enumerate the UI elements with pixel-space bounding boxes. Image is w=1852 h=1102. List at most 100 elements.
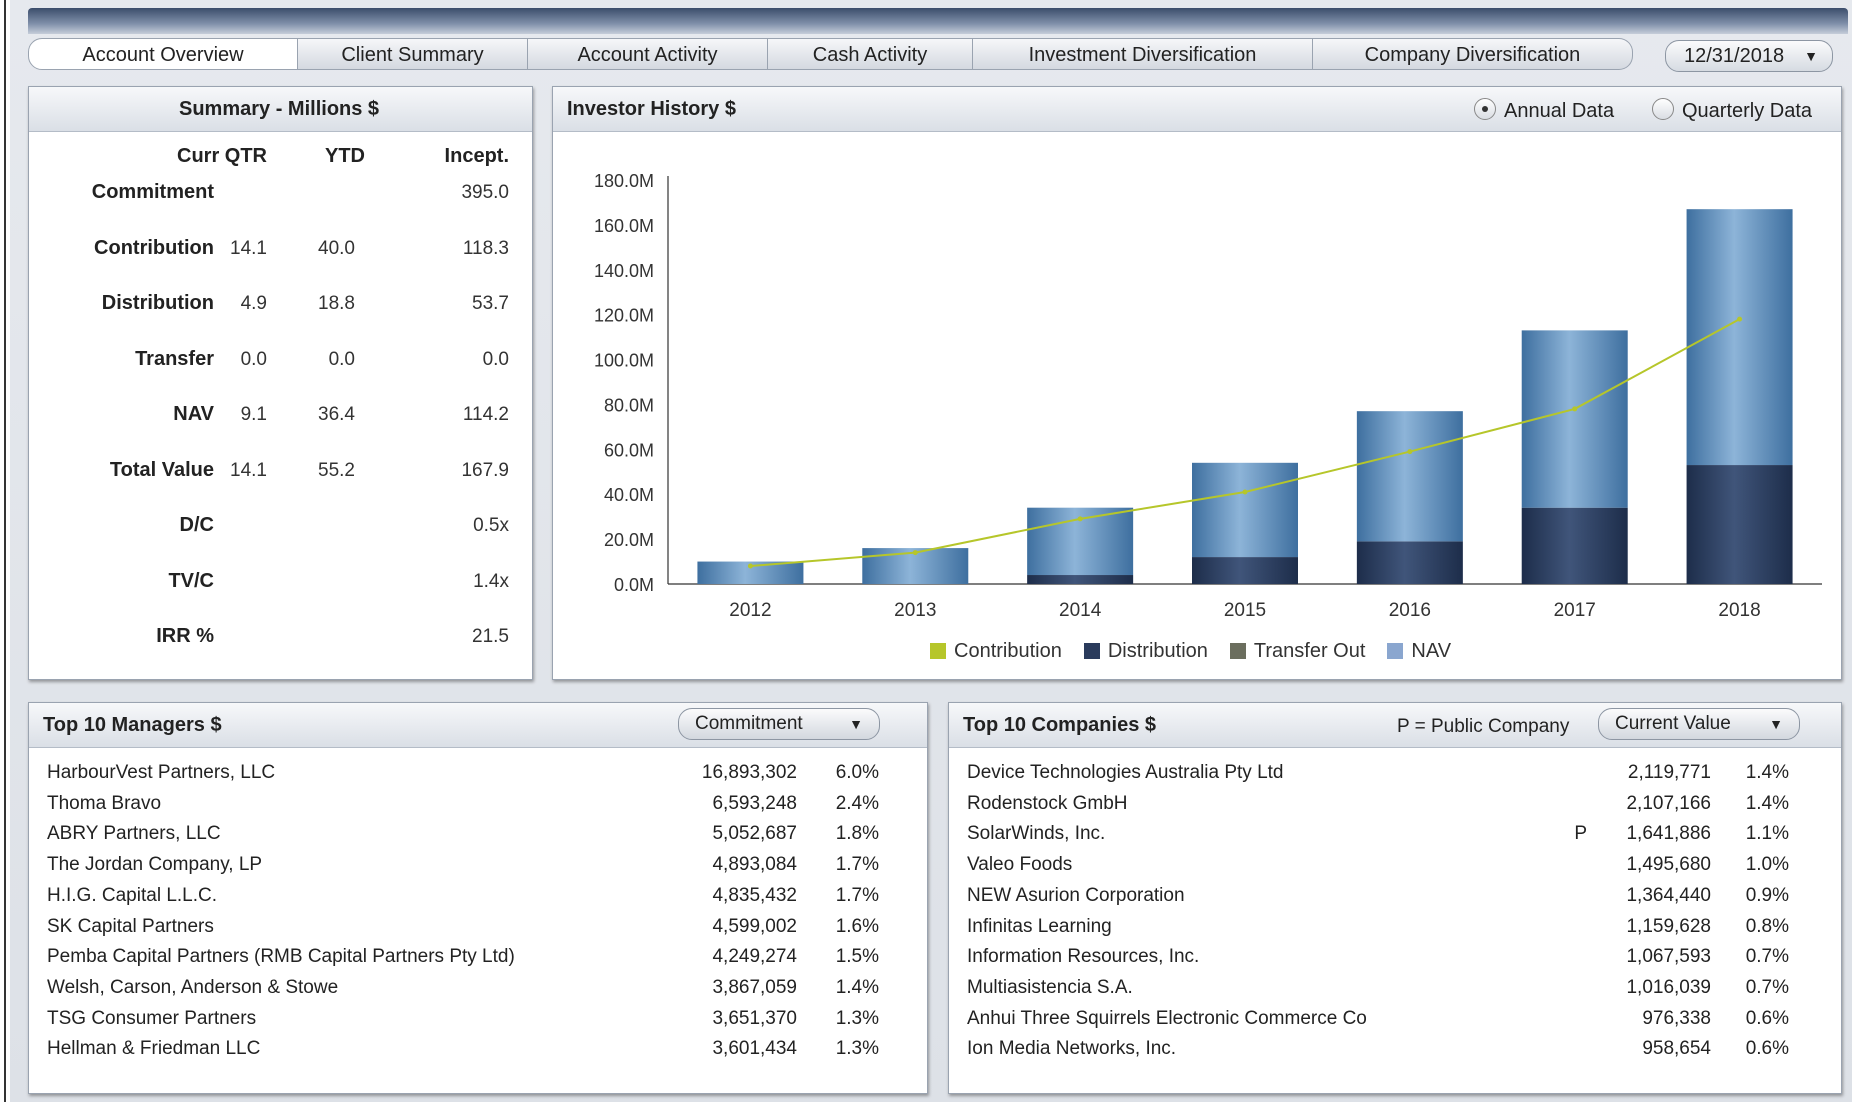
y-tick-label: 160.0M: [594, 216, 654, 236]
bar-distribution: [1192, 557, 1298, 584]
company-name: Ion Media Networks, Inc.: [967, 1038, 1177, 1060]
tab-cash-activity[interactable]: Cash Activity: [768, 38, 973, 70]
manager-row[interactable]: Thoma Bravo 6,593,248 2.4%: [29, 793, 909, 821]
company-current-value: 1,364,440: [1626, 884, 1711, 906]
annual-data-label: Annual Data: [1504, 100, 1615, 122]
summary-value-incept: 0.0: [482, 348, 509, 370]
summary-value-ytd: 0.0: [328, 348, 355, 370]
company-current-value: 1,067,593: [1626, 946, 1711, 968]
manager-name: HarbourVest Partners, LLC: [47, 762, 276, 783]
company-percent: 1.4%: [1745, 792, 1789, 814]
company-row[interactable]: Device Technologies Australia Pty Ltd 2,1…: [949, 762, 1829, 790]
company-row[interactable]: Information Resources, Inc. 1,067,593 0.7%: [949, 946, 1829, 974]
company-current-value: 2,119,771: [1627, 762, 1711, 783]
top-managers-title: Top 10 Managers $: [43, 714, 222, 736]
manager-row[interactable]: Pemba Capital Partners (RMB Capital Part…: [29, 946, 909, 974]
company-row[interactable]: SolarWinds, Inc. P 1,641,886 1.1%: [949, 823, 1829, 851]
investor-history-title: Investor History $: [567, 98, 736, 120]
company-percent: 1.1%: [1745, 823, 1789, 845]
manager-commitment: 4,835,432: [712, 884, 797, 906]
manager-commitment: 5,052,687: [712, 823, 797, 845]
tab-investment-diversification[interactable]: Investment Diversification: [973, 38, 1313, 70]
x-tick-label: 2017: [1554, 600, 1596, 620]
contribution-swatch-icon: [930, 643, 946, 659]
company-row[interactable]: Valeo Foods 1,495,680 1.0%: [949, 854, 1829, 882]
managers-sort-value: Commitment: [695, 713, 803, 734]
manager-row[interactable]: ABRY Partners, LLC 5,052,687 1.8%: [29, 823, 909, 851]
managers-sort-dropdown[interactable]: Commitment ▼: [678, 708, 880, 740]
companies-sort-value: Current Value: [1615, 713, 1731, 734]
top-companies-panel: Top 10 Companies $ P = Public Company De…: [948, 702, 1842, 1094]
company-percent: 0.9%: [1745, 884, 1789, 906]
company-name: Infinitas Learning: [967, 915, 1112, 937]
contribution-point: [1572, 406, 1578, 412]
company-row[interactable]: NEW Asurion Corporation 1,364,440 0.9%: [949, 885, 1829, 913]
summary-value-incept: 0.5x: [473, 515, 509, 536]
summary-value-curr: 9.1: [240, 404, 267, 425]
manager-name: Welsh, Carson, Anderson & Stowe: [47, 976, 339, 998]
company-row[interactable]: Ion Media Networks, Inc. 958,654 0.6%: [949, 1038, 1829, 1066]
manager-row[interactable]: Hellman & Friedman LLC 3,601,434 1.3%: [29, 1038, 909, 1066]
manager-percent: 1.5%: [835, 946, 879, 968]
manager-commitment: 4,599,002: [712, 915, 797, 937]
summary-column-header: Curr QTR: [177, 145, 267, 167]
company-current-value: 958,654: [1642, 1038, 1711, 1060]
quarterly-data-radio[interactable]: Quarterly Data: [1652, 98, 1812, 123]
tab-company-diversification[interactable]: Company Diversification: [1313, 38, 1633, 70]
manager-row[interactable]: The Jordan Company, LP 4,893,084 1.7%: [29, 854, 909, 882]
company-name: Valeo Foods: [967, 854, 1073, 876]
top-managers-panel: Top 10 Managers $ HarbourVest Partners, …: [28, 702, 928, 1094]
manager-row[interactable]: H.I.G. Capital L.L.C. 4,835,432 1.7%: [29, 885, 909, 913]
tab-account-activity[interactable]: Account Activity: [528, 38, 768, 70]
summary-value-incept: 21.5: [472, 626, 509, 647]
y-tick-label: 140.0M: [594, 261, 654, 281]
company-name: NEW Asurion Corporation: [967, 884, 1185, 906]
manager-name: Thoma Bravo: [47, 792, 162, 814]
investor-history-header: Investor History $: [553, 87, 1841, 132]
date-dropdown[interactable]: 12/31/2018 ▼: [1665, 40, 1833, 72]
manager-row[interactable]: Welsh, Carson, Anderson & Stowe 3,867,059…: [29, 977, 909, 1005]
manager-commitment: 3,867,059: [712, 976, 797, 998]
summary-row-label: IRR %: [156, 625, 214, 647]
summary-value-ytd: 55.2: [318, 459, 355, 481]
manager-percent: 1.7%: [835, 854, 879, 876]
manager-commitment: 3,651,370: [712, 1007, 797, 1029]
company-row[interactable]: Anhui Three Squirrels Electronic Commerc…: [949, 1008, 1829, 1036]
manager-row[interactable]: TSG Consumer Partners 3,651,370 1.3%: [29, 1008, 909, 1036]
transfer-out-swatch-icon: [1229, 643, 1246, 659]
summary-value-ytd: 40.0: [318, 237, 355, 259]
x-tick-label: 2013: [894, 600, 936, 620]
summary-value-incept: 114.2: [462, 404, 509, 425]
company-name: Information Resources, Inc.: [967, 946, 1200, 968]
summary-title: Summary - Millions $: [179, 98, 380, 120]
investor-history-chart: 0.0M 20.0M 40.0M 60.0M 80.0M 100.0M 120.0M 140.…: [594, 171, 1822, 620]
company-row[interactable]: Rodenstock GmbH 2,107,166 1.4%: [949, 793, 1829, 821]
manager-commitment: 6,593,248: [712, 792, 797, 814]
y-tick-label: 180.0M: [594, 171, 654, 191]
tab-client-summary[interactable]: Client Summary: [298, 38, 528, 70]
company-current-value: 976,338: [1642, 1007, 1711, 1029]
x-tick-label: 2014: [1059, 600, 1102, 620]
bar-distribution: [1686, 465, 1793, 584]
company-current-value: 1,495,680: [1626, 854, 1711, 876]
manager-row[interactable]: HarbourVest Partners, LLC 16,893,302 6.0%: [29, 762, 909, 790]
public-company-note: P = Public Company: [1397, 716, 1570, 737]
y-tick-label: 80.0M: [604, 395, 654, 415]
contribution-point: [747, 563, 753, 569]
companies-sort-dropdown[interactable]: Current Value ▼: [1598, 708, 1800, 740]
tab-account-overview[interactable]: Account Overview: [28, 38, 298, 70]
top-companies-title: Top 10 Companies $: [963, 714, 1157, 736]
summary-value-ytd: 36.4: [318, 404, 355, 425]
summary-value-curr: 14.1: [230, 459, 267, 481]
x-tick-label: 2015: [1224, 600, 1266, 620]
manager-name: The Jordan Company, LP: [47, 854, 263, 876]
company-row[interactable]: Multiasistencia S.A. 1,016,039 0.7%: [949, 977, 1829, 1005]
manager-row[interactable]: SK Capital Partners 4,599,002 1.6%: [29, 916, 909, 944]
manager-percent: 6.0%: [835, 762, 879, 783]
company-percent: 0.8%: [1745, 915, 1789, 937]
manager-commitment: 16,893,302: [701, 762, 797, 783]
company-row[interactable]: Infinitas Learning 1,159,628 0.8%: [949, 916, 1829, 944]
manager-percent: 1.8%: [835, 823, 879, 845]
annual-data-radio[interactable]: Annual Data: [1474, 98, 1614, 123]
manager-percent: 1.4%: [835, 976, 879, 998]
